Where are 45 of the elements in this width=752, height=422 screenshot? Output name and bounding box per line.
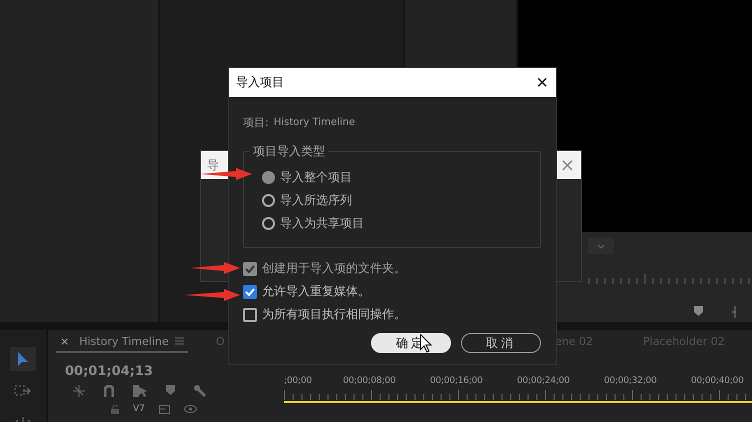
wrench-icon[interactable] — [194, 385, 207, 398]
project-name: History Timeline — [274, 117, 355, 128]
lock-icon[interactable] — [111, 404, 119, 414]
radio-label[interactable]: 导入为共享项目 — [280, 215, 364, 232]
checkbox[interactable] — [243, 308, 257, 322]
checkbox-label[interactable]: 允许导入重复媒体。 — [262, 283, 370, 300]
dialog-title: 导 — [207, 156, 219, 174]
linked-selection-icon[interactable] — [133, 385, 147, 397]
marker-icon[interactable] — [166, 385, 175, 395]
ruler-label: 00;00;24;00 — [517, 376, 571, 388]
close-button[interactable]: × — [536, 72, 548, 92]
close-icon[interactable]: × — [56, 334, 74, 348]
arrow-drawing — [190, 262, 240, 274]
sync-icon[interactable] — [158, 404, 170, 414]
project-label: 项目: — [243, 115, 269, 130]
timecode[interactable]: 00;01;04;13 — [65, 364, 284, 379]
dialog-title: 导入项目 — [236, 74, 284, 91]
ruler-label: ;00;00 — [284, 376, 313, 388]
radio-label[interactable]: 导入整个项目 — [280, 169, 352, 186]
cancel-button[interactable]: 取消 — [461, 333, 541, 353]
radio-button[interactable] — [262, 194, 275, 207]
ruler-label: 00;00;16;00 — [430, 376, 484, 388]
magnet-icon[interactable] — [104, 385, 114, 397]
ruler-label: 00;00;08;00 — [343, 376, 397, 388]
ruler-label: 00;00;32;00 — [604, 376, 658, 388]
chevron-icon — [597, 244, 605, 248]
menu-icon[interactable] — [174, 337, 184, 345]
group-title: 项目导入类型 — [250, 143, 328, 160]
cursor-icon — [420, 334, 432, 353]
snap-icon[interactable] — [73, 385, 85, 397]
dropdown[interactable] — [588, 238, 614, 254]
panel-tab[interactable]: × History Timeline — [56, 331, 188, 353]
radio-button[interactable] — [262, 171, 275, 184]
bracket-icon[interactable] — [731, 306, 736, 318]
eye-icon[interactable] — [184, 405, 197, 413]
checkbox[interactable] — [243, 284, 257, 298]
dashed-arrow-icon — [14, 385, 32, 397]
track-name: V7 — [133, 404, 145, 414]
selection-tool[interactable] — [10, 347, 36, 371]
checkbox-label[interactable]: 为所有项目执行相同操作。 — [262, 306, 406, 323]
radio-button[interactable] — [262, 217, 275, 230]
ruler-label: 00;00;40;00 — [691, 376, 745, 388]
radio-label[interactable]: 导入所选序列 — [280, 192, 352, 209]
pointer-icon — [17, 351, 29, 367]
marker-icon[interactable] — [694, 306, 703, 316]
